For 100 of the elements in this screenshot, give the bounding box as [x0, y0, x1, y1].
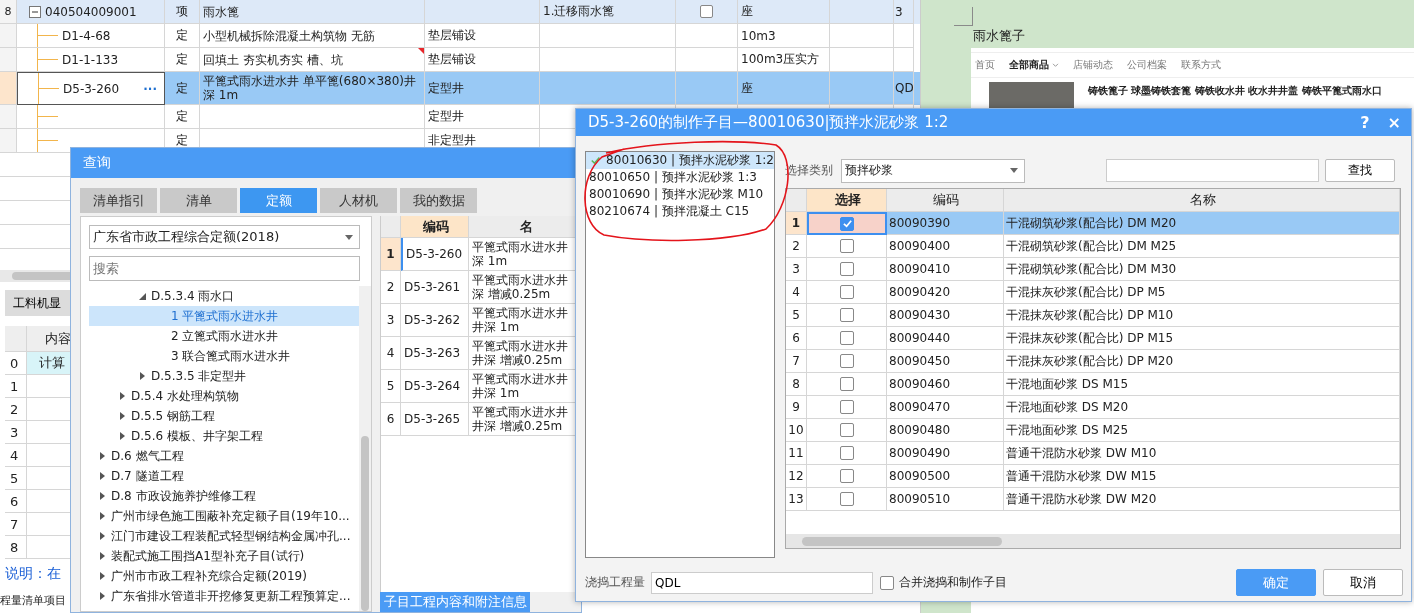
table-row[interactable]: 7 80090450 干混抹灰砂浆(配合比) DP M20: [786, 350, 1400, 373]
library-dropdown[interactable]: 广东省市政工程综合定额(2018): [89, 225, 360, 249]
table-row[interactable]: 8 80090460 干混地面砂浆 DS M15: [786, 373, 1400, 396]
table-cell: 干混地面砂浆 DS M25: [1004, 419, 1400, 442]
table-row[interactable]: 9 80090470 干混地面砂浆 DS M20: [786, 396, 1400, 419]
table-row[interactable]: 5 80090430 干混抹灰砂浆(配合比) DP M10: [786, 304, 1400, 327]
table-cell: 80090410: [887, 258, 1004, 281]
collapse-caret-icon[interactable]: [137, 291, 147, 301]
table-cell: 干混抹灰砂浆(配合比) DP M10: [1004, 304, 1400, 327]
checkbox[interactable]: [839, 423, 854, 437]
vertical-scrollbar[interactable]: [359, 286, 371, 611]
list-item[interactable]: 80010650 | 预拌水泥砂浆 1:3: [586, 169, 774, 186]
table-row[interactable]: 6 80090440 干混抹灰砂浆(配合比) DP M15: [786, 327, 1400, 350]
checkbox[interactable]: [839, 377, 854, 391]
nav-link[interactable]: 全部商品: [1009, 58, 1059, 72]
column-header: 编码: [401, 216, 469, 238]
table-row[interactable]: 4 80090420 干混抹灰砂浆(配合比) DP M5: [786, 281, 1400, 304]
row-number: 6: [5, 490, 27, 513]
expand-caret-icon[interactable]: [117, 411, 127, 421]
search-field[interactable]: 搜索: [89, 256, 360, 281]
expand-caret-icon[interactable]: [97, 451, 107, 461]
table-cell: 80090510: [887, 488, 1004, 511]
cancel-button[interactable]: 取消: [1323, 569, 1403, 596]
row-number: 1: [5, 375, 27, 398]
checkbox[interactable]: [839, 262, 854, 276]
dropdown-arrow-icon[interactable]: [1010, 168, 1018, 173]
list-item[interactable]: 80010690 | 预拌水泥砂浆 M10: [586, 186, 774, 203]
tab[interactable]: 清单指引: [80, 188, 157, 213]
table-cell: 80090460: [887, 373, 1004, 396]
table-cell: 干混抹灰砂浆(配合比) DP M20: [1004, 350, 1400, 373]
table-row[interactable]: 1 80090390 干混砌筑砂浆(配合比) DM M20: [786, 212, 1400, 235]
table-row[interactable]: 13 80090510 普通干混防水砂浆 DW M20: [786, 488, 1400, 511]
row-number: 4: [5, 444, 27, 467]
table-cell: D5-3-260: [401, 238, 469, 271]
row-number: 6: [381, 403, 401, 436]
nav-link[interactable]: 店铺动态: [1073, 58, 1113, 72]
expand-caret-icon[interactable]: [97, 591, 107, 601]
category-dropdown[interactable]: 预拌砂浆: [841, 158, 1025, 183]
checkbox[interactable]: [839, 308, 854, 322]
table-row[interactable]: 12 80090500 普通干混防水砂浆 DW M15: [786, 465, 1400, 488]
expand-caret-icon[interactable]: [117, 391, 127, 401]
horizontal-scrollbar[interactable]: [786, 534, 1400, 548]
row-number: 6: [786, 327, 807, 350]
row-number: 2: [786, 235, 807, 258]
nav-link[interactable]: 联系方式: [1181, 58, 1221, 72]
table-row[interactable]: 11 80090490 普通干混防水砂浆 DW M10: [786, 442, 1400, 465]
expand-caret-icon[interactable]: [97, 471, 107, 481]
table-cell: 80090480: [887, 419, 1004, 442]
row-number: 10: [786, 419, 807, 442]
dropdown-arrow-icon[interactable]: [345, 234, 353, 240]
checkbox[interactable]: [880, 575, 894, 590]
table-cell: 干混地面砂浆 DS M15: [1004, 373, 1400, 396]
expand-caret-icon[interactable]: [97, 491, 107, 501]
row-number: 8: [786, 373, 807, 396]
window-title: 查询: [83, 154, 111, 172]
tree-item[interactable]: 广东省排水管道非开挖修复更新工程预算定...: [89, 586, 359, 606]
row-number: 3: [786, 258, 807, 281]
tree-item[interactable]: D.5.3.4 雨水口: [89, 286, 359, 306]
list-item[interactable]: 80010630 | 预拌水泥砂浆 1:2: [586, 152, 774, 169]
table-row[interactable]: 3 80090410 干混砌筑砂浆(配合比) DM M30: [786, 258, 1400, 281]
checkbox[interactable]: [839, 239, 854, 253]
checkbox[interactable]: [839, 446, 854, 460]
tab[interactable]: 我的数据: [400, 188, 477, 213]
checkbox[interactable]: [840, 216, 854, 231]
expand-caret-icon[interactable]: [97, 511, 107, 521]
find-button[interactable]: 查找: [1325, 159, 1395, 182]
tree-item[interactable]: 1 平篦式雨水进水井: [89, 306, 359, 326]
expand-caret-icon[interactable]: [97, 531, 107, 541]
checkbox[interactable]: [839, 285, 854, 299]
tab[interactable]: 人材机: [320, 188, 397, 213]
checkbox[interactable]: [839, 400, 854, 414]
expand-caret-icon[interactable]: [137, 371, 147, 381]
checkbox[interactable]: [700, 5, 713, 18]
expand-caret-icon[interactable]: [97, 571, 107, 581]
more-button[interactable]: ···: [143, 81, 161, 96]
nav-link[interactable]: 公司档案: [1127, 58, 1167, 72]
tree-item[interactable]: 广州市市政工程补充综合定额(2019): [89, 566, 359, 586]
tab[interactable]: 清单: [160, 188, 237, 213]
expand-caret-icon[interactable]: [117, 431, 127, 441]
checkbox[interactable]: [839, 331, 854, 345]
collapse-icon[interactable]: [29, 5, 41, 18]
checkbox[interactable]: [839, 492, 854, 506]
checkbox[interactable]: [839, 354, 854, 368]
row-number: 5: [381, 370, 401, 403]
table-row[interactable]: 10 80090480 干混地面砂浆 DS M25: [786, 419, 1400, 442]
quantity-field[interactable]: QDL: [651, 571, 873, 594]
focused-cell[interactable]: D5-3-260 ···: [17, 72, 165, 105]
table-cell: 干混抹灰砂浆(配合比) DP M5: [1004, 281, 1400, 304]
nav-link[interactable]: 首页: [975, 58, 995, 72]
search-field[interactable]: [1106, 159, 1319, 182]
field-label: 浇捣工程量: [585, 574, 646, 591]
table-cell: 80090400: [887, 235, 1004, 258]
table-row[interactable]: 2 80090400 干混砌筑砂浆(配合比) DM M25: [786, 235, 1400, 258]
row-number: 7: [5, 513, 27, 536]
row-number: 4: [381, 337, 401, 370]
table-row[interactable]: 8 040504009001 项 雨水篦 1.迁移雨水篦 座 3: [0, 0, 920, 24]
panel-tab[interactable]: 工料机显: [5, 290, 71, 316]
list-item[interactable]: 80210674 | 预拌混凝土 C15: [586, 203, 774, 220]
checkbox[interactable]: [839, 469, 854, 483]
expand-caret-icon[interactable]: [97, 551, 107, 561]
